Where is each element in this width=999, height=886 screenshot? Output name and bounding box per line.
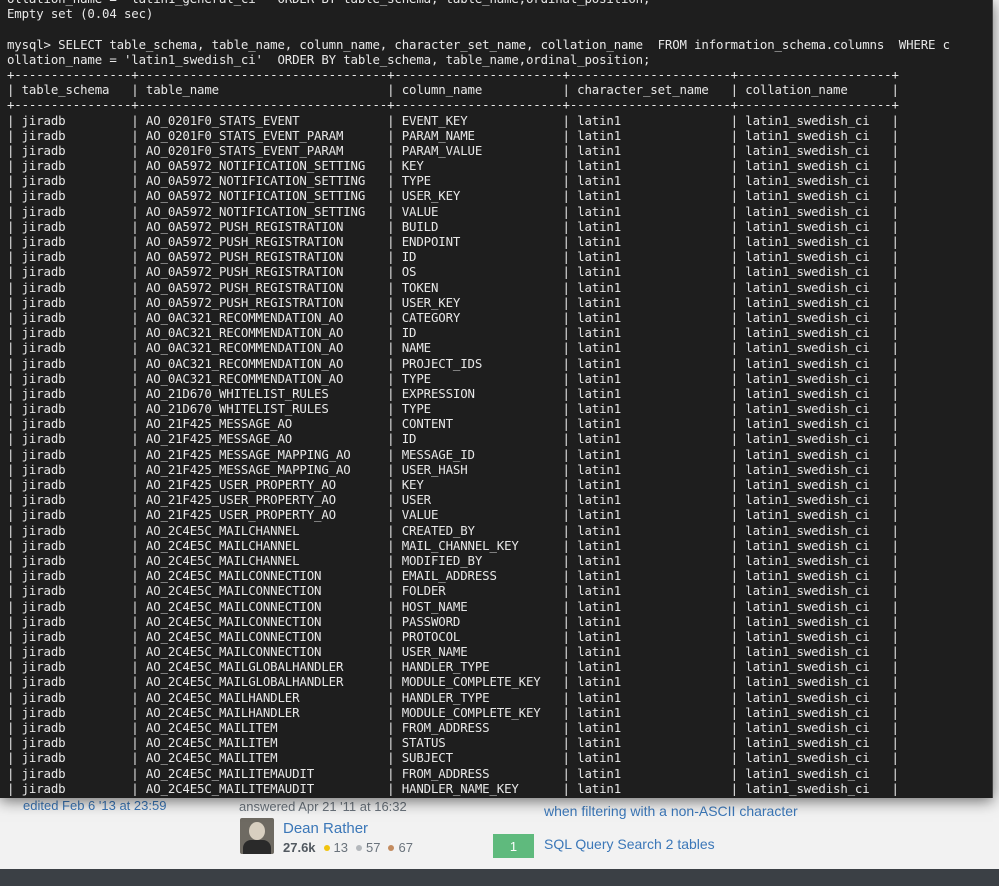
silver-badge-icon: [356, 844, 363, 851]
table-row: | jiradb | AO_0A5972_PUSH_REGISTRATION |…: [7, 294, 899, 310]
footer-bar: [0, 869, 999, 886]
table-row: | jiradb | AO_0AC321_RECOMMENDATION_AO |…: [7, 355, 899, 371]
table-row: | jiradb | AO_0A5972_PUSH_REGISTRATION |…: [7, 279, 899, 295]
table-row: | jiradb | AO_0A5972_PUSH_REGISTRATION |…: [7, 249, 899, 265]
reputation-score: 27.6k: [283, 840, 316, 855]
table-row: | jiradb | AO_21F425_USER_PROPERTY_AO | …: [7, 477, 899, 492]
terminal-line: ollation_name = 'latin1_swedish_ci' ORDE…: [7, 51, 651, 67]
answered-timestamp: answered Apr 21 '11 at 16:32: [239, 799, 407, 814]
table-row: | jiradb | AO_2C4E5C_MAILGLOBALHANDLER |…: [7, 659, 899, 675]
table-row: | jiradb | AO_0A5972_NOTIFICATION_SETTIN…: [7, 158, 899, 174]
table-row: | jiradb | AO_21F425_MESSAGE_MAPPING_AO …: [7, 461, 899, 477]
table-row: | jiradb | AO_2C4E5C_MAILCONNECTION | PR…: [7, 628, 899, 644]
table-border: +----------------+----------------------…: [7, 66, 899, 82]
table-row: | jiradb | AO_0AC321_RECOMMENDATION_AO |…: [7, 370, 899, 386]
table-row: | jiradb | AO_21F425_MESSAGE_AO | CONTEN…: [7, 416, 899, 432]
table-row: | jiradb | AO_21F425_MESSAGE_MAPPING_AO …: [7, 446, 899, 462]
related-question-link[interactable]: when filtering with a non-ASCII characte…: [544, 803, 798, 819]
bronze-badge-count: 67: [398, 840, 413, 855]
table-row: | jiradb | AO_0A5972_NOTIFICATION_SETTIN…: [7, 203, 899, 219]
table-row: | jiradb | AO_2C4E5C_MAILITEMAUDIT | FRO…: [7, 765, 899, 781]
table-row: | jiradb | AO_2C4E5C_MAILHANDLER | MODUL…: [7, 704, 899, 720]
table-row: | jiradb | AO_2C4E5C_MAILGLOBALHANDLER |…: [7, 674, 899, 690]
table-row: | jiradb | AO_2C4E5C_MAILCONNECTION | US…: [7, 644, 899, 660]
table-row: | jiradb | AO_0A5972_PUSH_REGISTRATION |…: [7, 234, 899, 249]
user-name-link[interactable]: Dean Rather: [283, 820, 368, 837]
related-question-link[interactable]: SQL Query Search 2 tables: [544, 836, 715, 852]
bronze-badge-icon: [388, 844, 395, 851]
related-vote-count: 1: [493, 834, 534, 858]
table-row: | jiradb | AO_2C4E5C_MAILITEM | STATUS |…: [7, 735, 899, 751]
edited-link[interactable]: edited Feb 6 '13 at 23:59: [23, 798, 166, 813]
table-row: | jiradb | AO_2C4E5C_MAILITEM | SUBJECT …: [7, 750, 899, 766]
table-row: | jiradb | AO_21D670_WHITELIST_RULES | E…: [7, 385, 899, 401]
table-row: | jiradb | AO_2C4E5C_MAILCHANNEL | MODIF…: [7, 552, 899, 568]
table-row: | jiradb | AO_0201F0_STATS_EVENT | EVENT…: [7, 112, 899, 128]
table-row: | jiradb | AO_2C4E5C_MAILITEM | FROM_ADD…: [7, 720, 899, 735]
silver-badge-count: 57: [366, 840, 381, 855]
table-row: | jiradb | AO_2C4E5C_MAILCHANNEL | CREAT…: [7, 522, 899, 538]
table-row: | jiradb | AO_21F425_USER_PROPERTY_AO | …: [7, 492, 899, 508]
table-row: | jiradb | AO_2C4E5C_MAILCHANNEL | MAIL_…: [7, 537, 899, 553]
user-reputation: 27.6k 13 57 67: [283, 840, 413, 855]
table-row: | jiradb | AO_21F425_USER_PROPERTY_AO | …: [7, 507, 899, 523]
terminal-line: mysql> SELECT table_schema, table_name, …: [7, 36, 950, 52]
table-row: | jiradb | AO_0AC321_RECOMMENDATION_AO |…: [7, 309, 899, 325]
table-row: | jiradb | AO_2C4E5C_MAILHANDLER | HANDL…: [7, 689, 899, 705]
table-row: | jiradb | AO_21F425_MESSAGE_AO | ID | l…: [7, 431, 899, 447]
gold-badge-icon: [323, 844, 330, 851]
table-row: | jiradb | AO_2C4E5C_MAILITEMAUDIT | HAN…: [7, 780, 899, 796]
table-row: | jiradb | AO_21D670_WHITELIST_RULES | T…: [7, 401, 899, 417]
terminal-line: Empty set (0.04 sec): [7, 6, 154, 22]
table-row: | jiradb | AO_0A5972_NOTIFICATION_SETTIN…: [7, 173, 899, 189]
table-row: | jiradb | AO_0AC321_RECOMMENDATION_AO |…: [7, 340, 899, 356]
table-row: | jiradb | AO_0A5972_PUSH_REGISTRATION |…: [7, 218, 899, 234]
avatar[interactable]: [240, 818, 274, 854]
table-row: | jiradb | AO_2C4E5C_MAILCONNECTION | FO…: [7, 583, 899, 599]
table-row: | jiradb | AO_0AC321_RECOMMENDATION_AO |…: [7, 325, 899, 341]
table-row: | jiradb | AO_2C4E5C_MAILCONNECTION | HO…: [7, 598, 899, 614]
table-row: | jiradb | AO_2C4E5C_MAILCONNECTION | EM…: [7, 568, 899, 584]
table-row: | jiradb | AO_2C4E5C_MAILCONNECTION | PA…: [7, 613, 899, 629]
table-header-row: | table_schema | table_name | column_nam…: [7, 82, 899, 98]
table-row: | jiradb | AO_0A5972_PUSH_REGISTRATION |…: [7, 264, 899, 280]
table-row: | jiradb | AO_0201F0_STATS_EVENT_PARAM |…: [7, 142, 899, 158]
table-row: | jiradb | AO_0201F0_STATS_EVENT_PARAM |…: [7, 127, 899, 143]
table-row: | jiradb | AO_0A5972_NOTIFICATION_SETTIN…: [7, 188, 899, 204]
terminal-output: ollation_name = 'latin1_general_ci' ORDE…: [0, 0, 992, 796]
table-border: +----------------+----------------------…: [7, 97, 899, 113]
gold-badge-count: 13: [333, 840, 349, 855]
terminal-window[interactable]: ollation_name = 'latin1_general_ci' ORDE…: [0, 0, 993, 798]
